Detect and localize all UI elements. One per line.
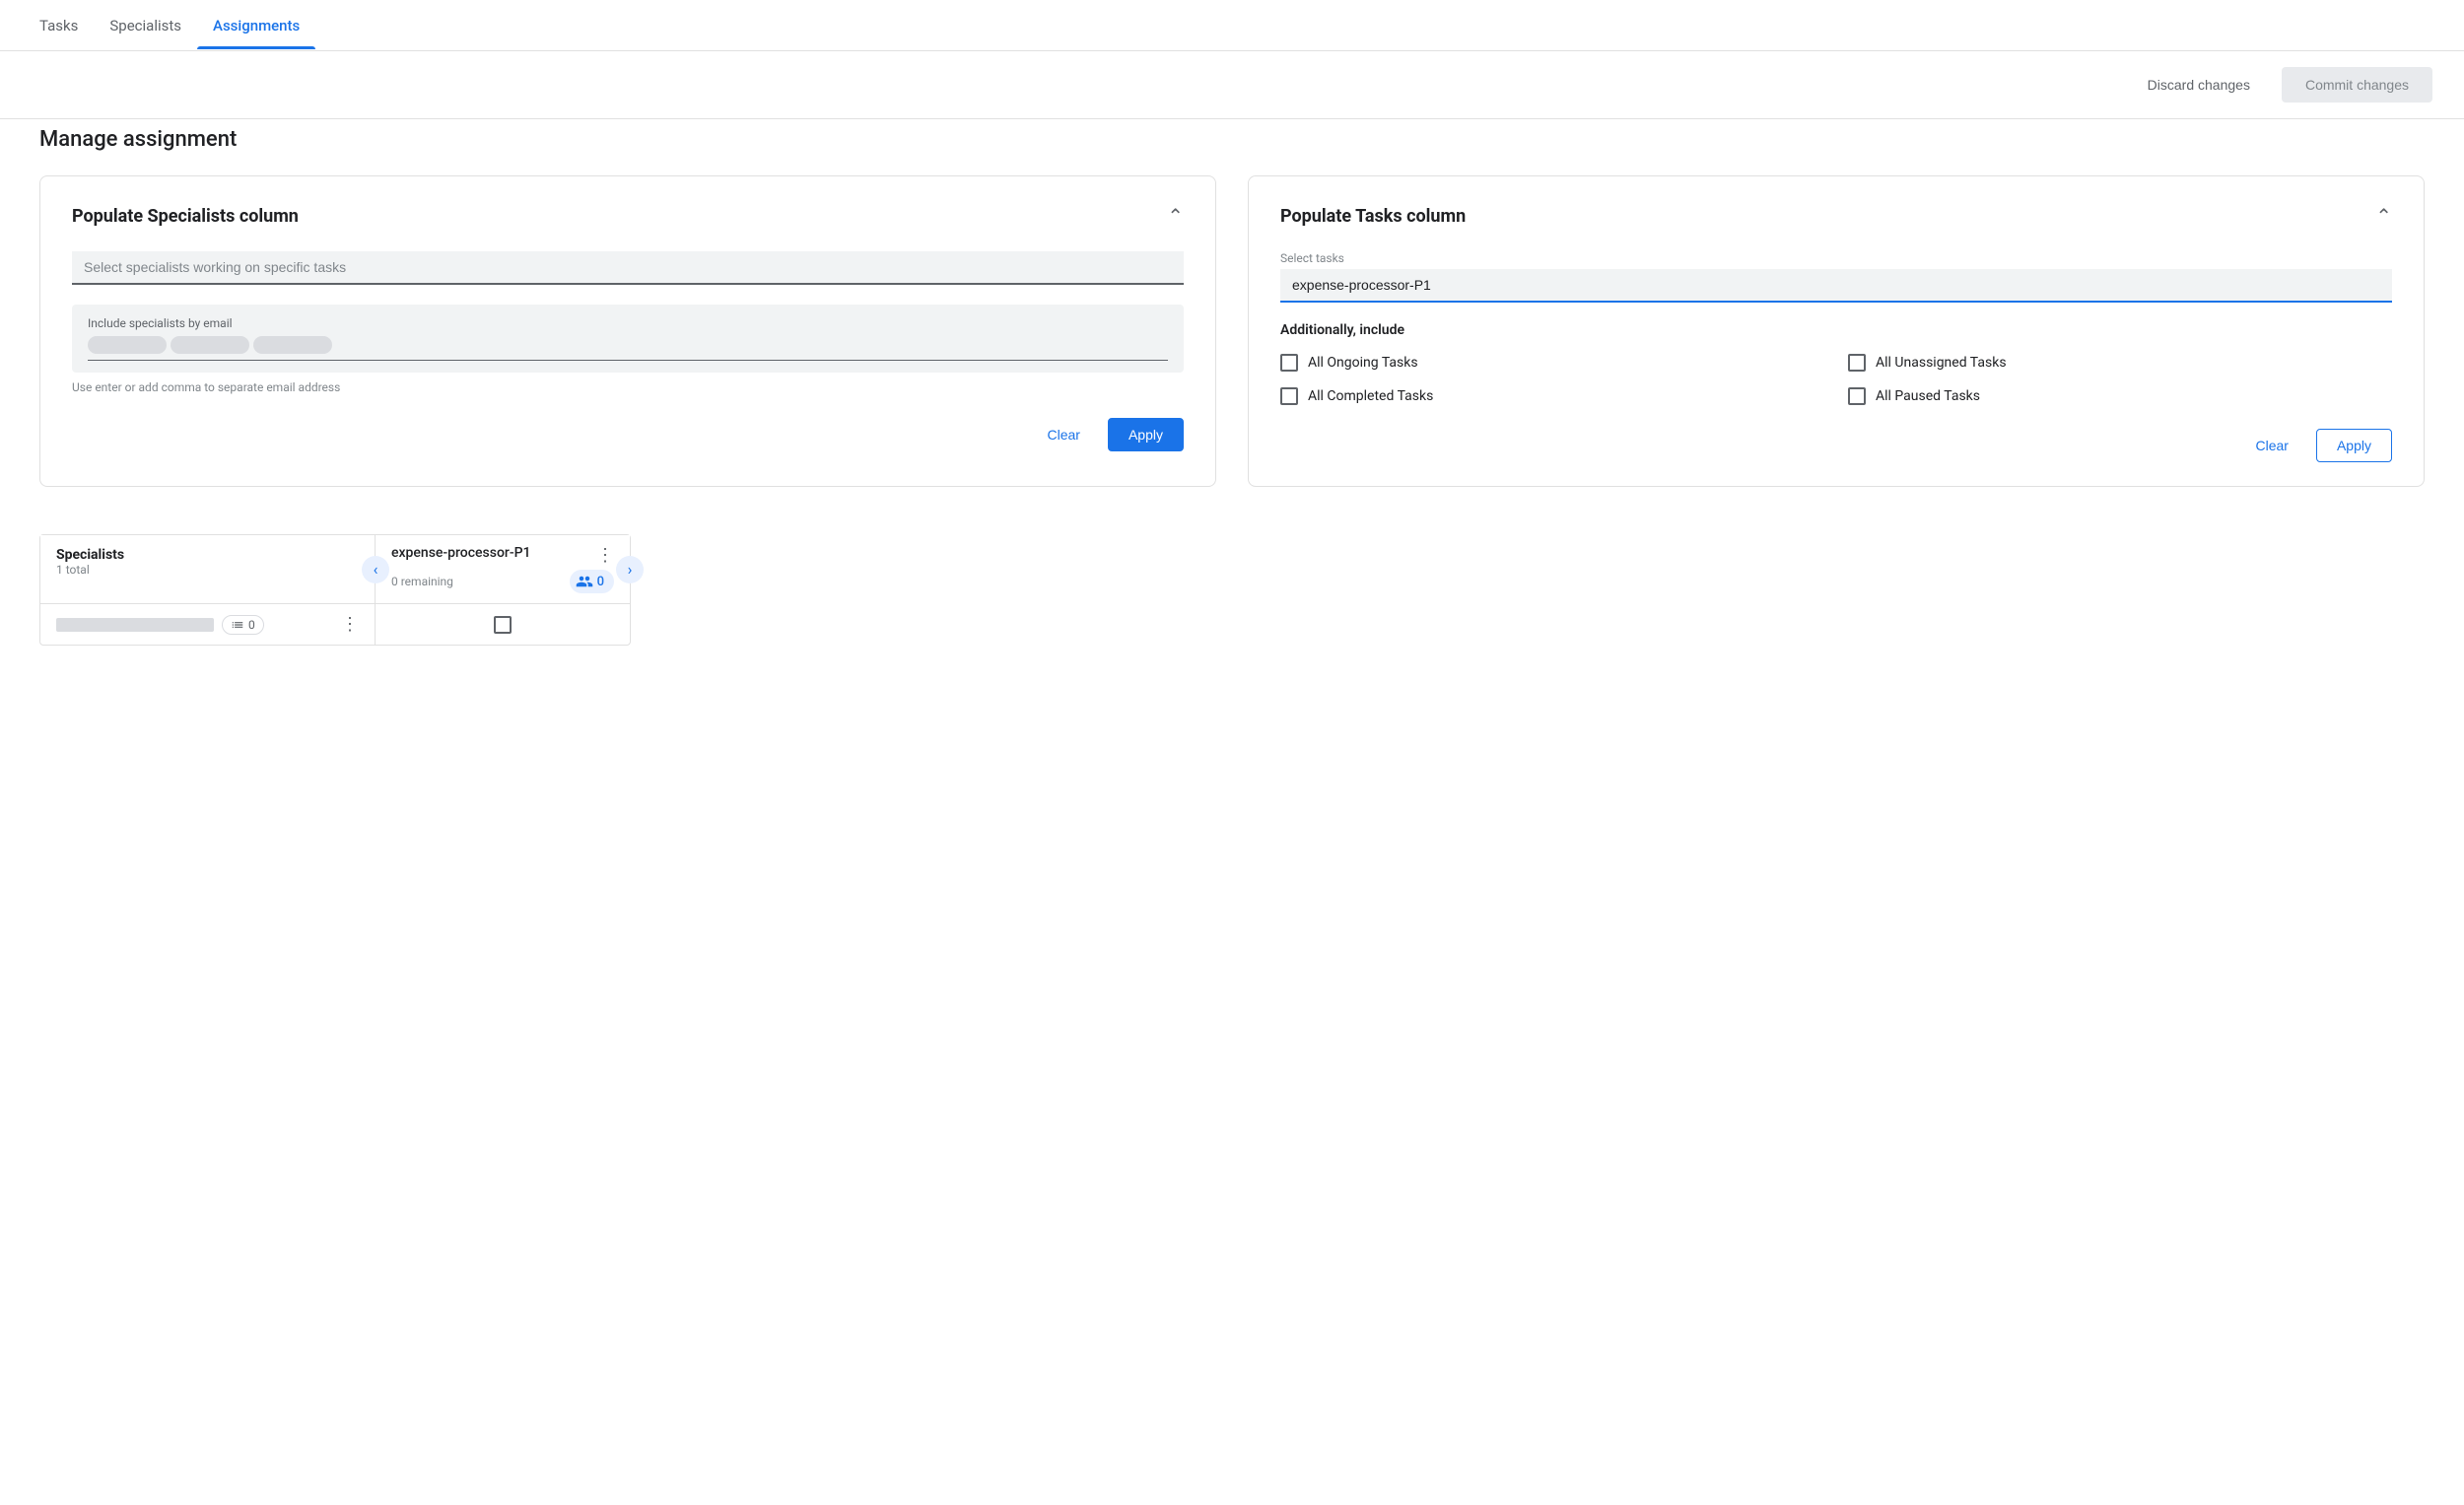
tasks-card: Populate Tasks column ⌃ Select tasks Add… xyxy=(1248,175,2425,487)
table-nav-right-arrow[interactable]: › xyxy=(616,556,644,583)
assignment-table: Specialists 1 total ‹ expense-processor-… xyxy=(39,534,631,646)
checkbox-paused-label: All Paused Tasks xyxy=(1876,388,1980,404)
email-tag xyxy=(171,336,249,354)
checkbox-ongoing-label: All Ongoing Tasks xyxy=(1308,355,1418,371)
checkbox-completed-box xyxy=(1280,387,1298,405)
page-title: Manage assignment xyxy=(0,119,2464,175)
email-box-label: Include specialists by email xyxy=(88,316,1168,330)
assignment-checkbox[interactable] xyxy=(494,616,512,634)
specialists-clear-button[interactable]: Clear xyxy=(1036,419,1092,450)
email-tags-container xyxy=(88,336,1168,361)
tasks-card-header: Populate Tasks column ⌃ xyxy=(1280,204,2392,228)
nav-specialists[interactable]: Specialists xyxy=(94,3,197,48)
list-icon xyxy=(231,618,244,632)
people-icon xyxy=(576,573,593,590)
discard-changes-button[interactable]: Discard changes xyxy=(2132,69,2266,101)
tasks-clear-button[interactable]: Clear xyxy=(2244,430,2300,461)
task-column-name: expense-processor-P1 xyxy=(391,545,531,561)
specialists-apply-button[interactable]: Apply xyxy=(1108,418,1184,451)
task-header-top: expense-processor-P1 ⋮ xyxy=(391,545,614,566)
specialist-data-cell: 0 ⋮ xyxy=(40,604,376,645)
table-row: 0 ⋮ xyxy=(40,604,630,645)
email-tag xyxy=(253,336,332,354)
task-remaining: 0 remaining xyxy=(391,575,453,588)
select-tasks-input[interactable] xyxy=(1280,269,2392,303)
top-nav: Tasks Specialists Assignments xyxy=(0,0,2464,51)
specialist-list-count: 0 xyxy=(248,618,255,632)
specialists-col-subtitle: 1 total xyxy=(56,563,359,577)
checkbox-paused-box xyxy=(1848,387,1866,405)
checkbox-unassigned[interactable]: All Unassigned Tasks xyxy=(1848,354,2392,372)
tasks-card-title: Populate Tasks column xyxy=(1280,206,1466,227)
tasks-apply-button[interactable]: Apply xyxy=(2316,429,2392,462)
checkbox-ongoing[interactable]: All Ongoing Tasks xyxy=(1280,354,1824,372)
table-header-row: Specialists 1 total ‹ expense-processor-… xyxy=(40,535,630,604)
assignment-table-area: Specialists 1 total ‹ expense-processor-… xyxy=(39,534,2425,646)
task-header-bottom: 0 remaining 0 xyxy=(391,570,614,593)
specialist-name-blurred xyxy=(56,618,214,632)
checkbox-paused[interactable]: All Paused Tasks xyxy=(1848,387,2392,405)
specialists-card-footer: Clear Apply xyxy=(72,418,1184,451)
checkbox-ongoing-box xyxy=(1280,354,1298,372)
task-count-value: 0 xyxy=(597,575,604,589)
select-specialists-input[interactable] xyxy=(72,251,1184,285)
tasks-card-collapse-icon[interactable]: ⌃ xyxy=(2375,204,2392,228)
specialists-card-title: Populate Specialists column xyxy=(72,206,299,227)
nav-assignments[interactable]: Assignments xyxy=(197,3,315,48)
checkbox-unassigned-label: All Unassigned Tasks xyxy=(1876,355,2007,371)
specialists-col-title: Specialists xyxy=(56,547,359,563)
email-tag xyxy=(88,336,167,354)
cards-container: Populate Specialists column ⌃ Include sp… xyxy=(0,175,2464,487)
specialists-card-header: Populate Specialists column ⌃ xyxy=(72,204,1184,228)
specialists-column-header: Specialists 1 total xyxy=(40,535,376,603)
task-column-header: ‹ expense-processor-P1 ⋮ 0 remaining 0 › xyxy=(376,535,630,603)
commit-changes-button[interactable]: Commit changes xyxy=(2282,67,2432,103)
task-more-icon[interactable]: ⋮ xyxy=(596,545,614,566)
select-specialists-field xyxy=(72,251,1184,285)
email-include-box: Include specialists by email xyxy=(72,305,1184,373)
task-data-cell xyxy=(376,604,630,645)
nav-tasks[interactable]: Tasks xyxy=(24,3,94,48)
select-tasks-field: Select tasks xyxy=(1280,251,2392,303)
checkbox-unassigned-box xyxy=(1848,354,1866,372)
checkboxes-grid: All Ongoing Tasks All Unassigned Tasks A… xyxy=(1280,354,2392,405)
specialist-list-badge: 0 xyxy=(222,615,264,635)
email-hint: Use enter or add comma to separate email… xyxy=(72,380,1184,394)
checkbox-completed[interactable]: All Completed Tasks xyxy=(1280,387,1824,405)
select-tasks-label: Select tasks xyxy=(1280,251,2392,265)
action-bar: Discard changes Commit changes xyxy=(0,51,2464,118)
table-nav-left-arrow[interactable]: ‹ xyxy=(362,556,389,583)
specialists-card: Populate Specialists column ⌃ Include sp… xyxy=(39,175,1216,487)
specialist-more-icon[interactable]: ⋮ xyxy=(341,614,359,635)
task-count-badge: 0 xyxy=(570,570,614,593)
checkbox-completed-label: All Completed Tasks xyxy=(1308,388,1433,404)
additionally-label: Additionally, include xyxy=(1280,322,2392,338)
tasks-card-footer: Clear Apply xyxy=(1280,429,2392,462)
specialists-card-collapse-icon[interactable]: ⌃ xyxy=(1167,204,1184,228)
